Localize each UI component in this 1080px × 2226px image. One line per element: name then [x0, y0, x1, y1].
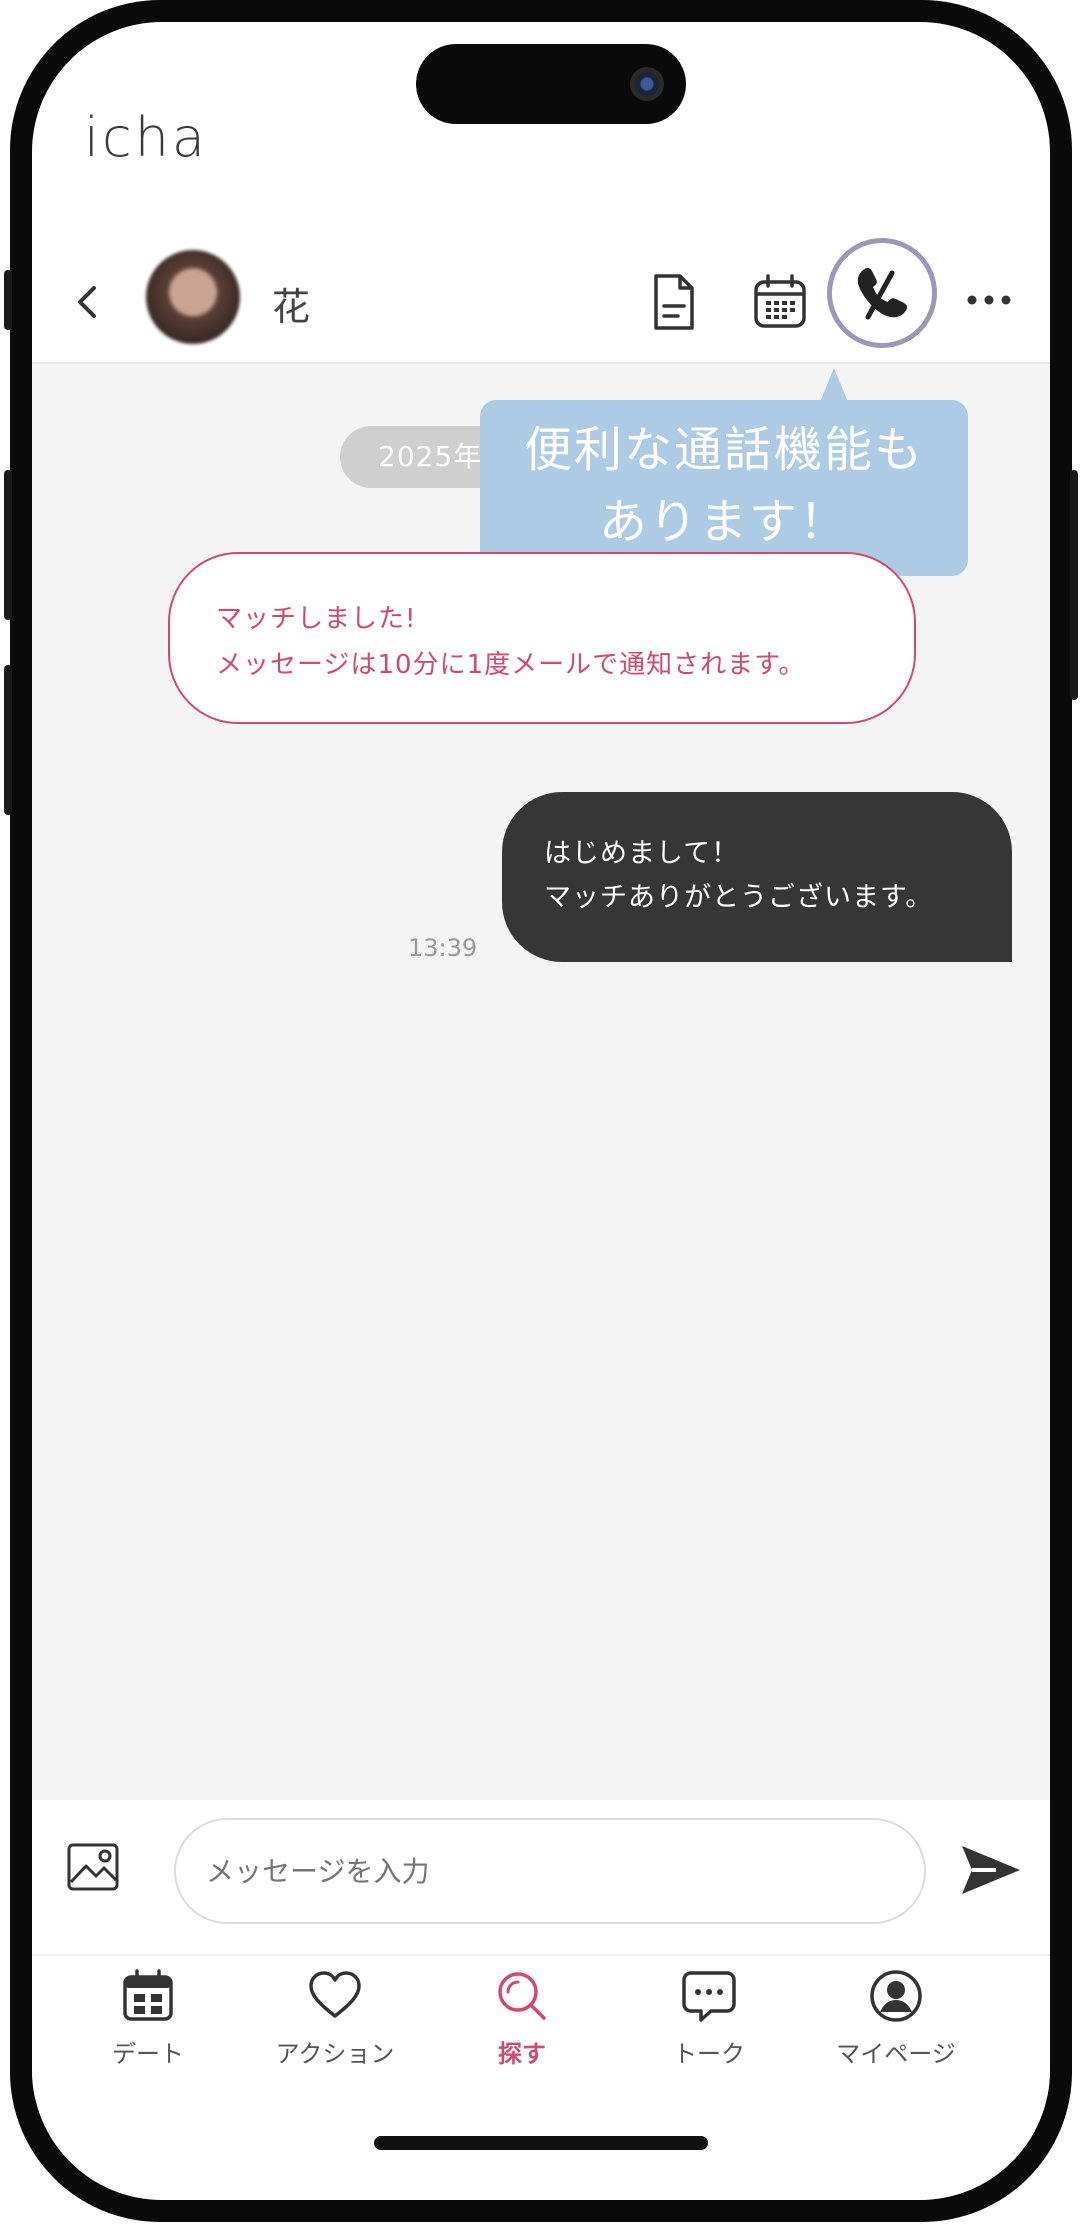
chat-icon — [682, 1971, 736, 2022]
profile-icon — [870, 1970, 922, 2022]
phone-icon — [857, 268, 907, 320]
tab-label: デート — [112, 2040, 184, 2068]
tab-label: マイページ — [836, 2040, 956, 2068]
chat-header: 花 — [32, 232, 1050, 364]
home-indicator — [374, 2136, 708, 2150]
tab-action[interactable]: アクション — [255, 1968, 415, 2078]
message-input[interactable] — [174, 1818, 926, 1924]
call-feature-tooltip: 便利な通話機能も あります！ — [480, 368, 968, 576]
tab-label: 探す — [498, 2040, 546, 2068]
calendar-icon[interactable] — [752, 272, 808, 332]
app-logo: icha — [84, 106, 209, 169]
message-time: 13:39 — [408, 934, 478, 962]
back-icon[interactable] — [68, 282, 108, 322]
partner-name: 花 — [272, 285, 311, 329]
mute-switch — [4, 270, 12, 330]
phone-frame: icha 花 2025年 便利な通話機能も あります！ マッチしました! メッセ… — [4, 0, 1078, 2222]
tab-date[interactable]: デート — [68, 1968, 228, 2078]
volume-down-button — [4, 665, 12, 815]
sent-message-bubble[interactable]: はじめまして！ マッチありがとうございます。 — [502, 792, 1012, 962]
tab-mypage[interactable]: マイページ — [816, 1968, 976, 2078]
dynamic-island — [416, 44, 686, 124]
volume-up-button — [4, 470, 12, 620]
match-notice-title: マッチしました! — [216, 604, 417, 634]
search-icon — [498, 1972, 546, 2020]
message-line: はじめまして！ — [544, 838, 740, 869]
power-button — [1070, 470, 1078, 700]
match-notice-text: メッセージは10分に1度メールで通知されます。 — [216, 650, 806, 680]
message-composer — [32, 1800, 1050, 1926]
match-notice: マッチしました! メッセージは10分に1度メールで通知されます。 — [168, 552, 916, 724]
document-icon[interactable] — [646, 272, 702, 332]
message-line: マッチありがとうございます。 — [544, 882, 934, 913]
chat-area[interactable]: 2025年 便利な通話機能も あります！ マッチしました! メッセージは10分に… — [32, 364, 1050, 1800]
avatar[interactable] — [146, 250, 240, 344]
heart-icon — [309, 1971, 361, 2018]
tooltip-line: 便利な通話機能も — [523, 422, 924, 478]
send-icon[interactable] — [960, 1842, 1022, 1898]
image-icon[interactable] — [66, 1842, 120, 1892]
call-button[interactable] — [827, 238, 937, 348]
tab-search[interactable]: 探す — [442, 1968, 602, 2078]
camera — [630, 67, 664, 101]
tab-label: トーク — [673, 2040, 745, 2068]
calendar-icon — [123, 1969, 173, 2021]
tab-talk[interactable]: トーク — [629, 1968, 789, 2078]
tooltip-line: あります！ — [598, 494, 849, 550]
bottom-tab-bar: デート アクション 探す トーク マイページ — [32, 1954, 1050, 2096]
more-icon[interactable] — [966, 294, 1012, 306]
tab-label: アクション — [275, 2040, 395, 2068]
screen: icha 花 2025年 便利な通話機能も あります！ マッチしました! メッセ… — [32, 22, 1050, 2200]
